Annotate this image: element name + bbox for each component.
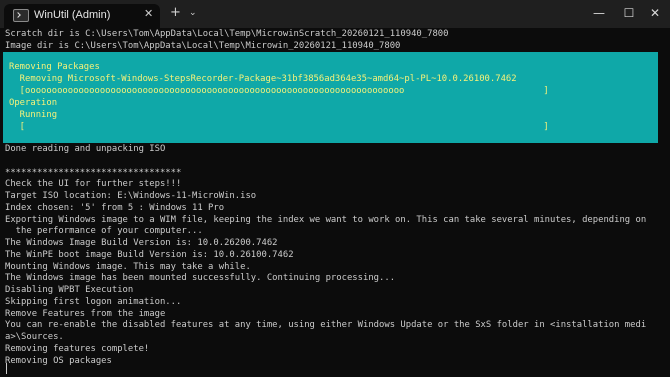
text-cursor xyxy=(6,363,13,374)
operation-status: Running xyxy=(9,110,58,120)
log-line: Index chosen: '5' from 5 : Windows 11 Pr… xyxy=(5,202,225,213)
scratch-dir-line: Scratch dir is C:\Users\Tom\AppData\Loca… xyxy=(5,29,449,39)
terminal-window: WinUtil (Admin) ✕ + ⌄ — ☐ ✕ Scratch dir … xyxy=(0,0,670,377)
log-line: Check the UI for further steps!!! xyxy=(5,179,182,190)
log-line: a>\Sources. xyxy=(5,332,64,342)
log-line: The WinPE boot image Build Version is: 1… xyxy=(5,249,294,260)
log-line: Removing OS packages xyxy=(5,355,112,366)
operation-progress-bar: [ ] xyxy=(9,122,549,132)
log-line: Disabling WPBT Execution xyxy=(5,285,134,295)
operation-activity: Operation xyxy=(9,98,58,108)
log-line: You can re-enable the disabled features … xyxy=(5,320,647,331)
log-line: Remove Features from the image xyxy=(5,308,166,319)
progress-status: Removing Microsoft-Windows-StepsRecorder… xyxy=(9,74,517,84)
log-line: Target ISO location: E:\Windows-11-Micro… xyxy=(5,191,257,201)
terminal-output[interactable]: Scratch dir is C:\Users\Tom\AppData\Loca… xyxy=(5,0,665,51)
progress-activity: Removing Packages xyxy=(9,62,100,72)
log-line: Exporting Windows image to a WIM file, k… xyxy=(5,214,647,225)
log-line: Skipping first logon animation... xyxy=(5,296,182,307)
log-line: ********************************* xyxy=(5,167,182,178)
log-line: the performance of your computer... xyxy=(5,226,203,237)
log-line: The Windows Image Build Version is: 10.0… xyxy=(5,238,278,248)
image-dir-line: Image dir is C:\Users\Tom\AppData\Local\… xyxy=(5,41,401,51)
log-line: Removing features complete! xyxy=(5,343,150,354)
progress-bar: [ooooooooooooooooooooooooooooooooooooooo… xyxy=(9,86,549,96)
log-line: Mounting Windows image. This may take a … xyxy=(5,261,251,272)
log-line: The Windows image has been mounted succe… xyxy=(5,273,396,284)
progress-panel: Removing Packages Removing Microsoft-Win… xyxy=(3,52,658,143)
log-line: Done reading and unpacking ISO xyxy=(5,144,166,154)
